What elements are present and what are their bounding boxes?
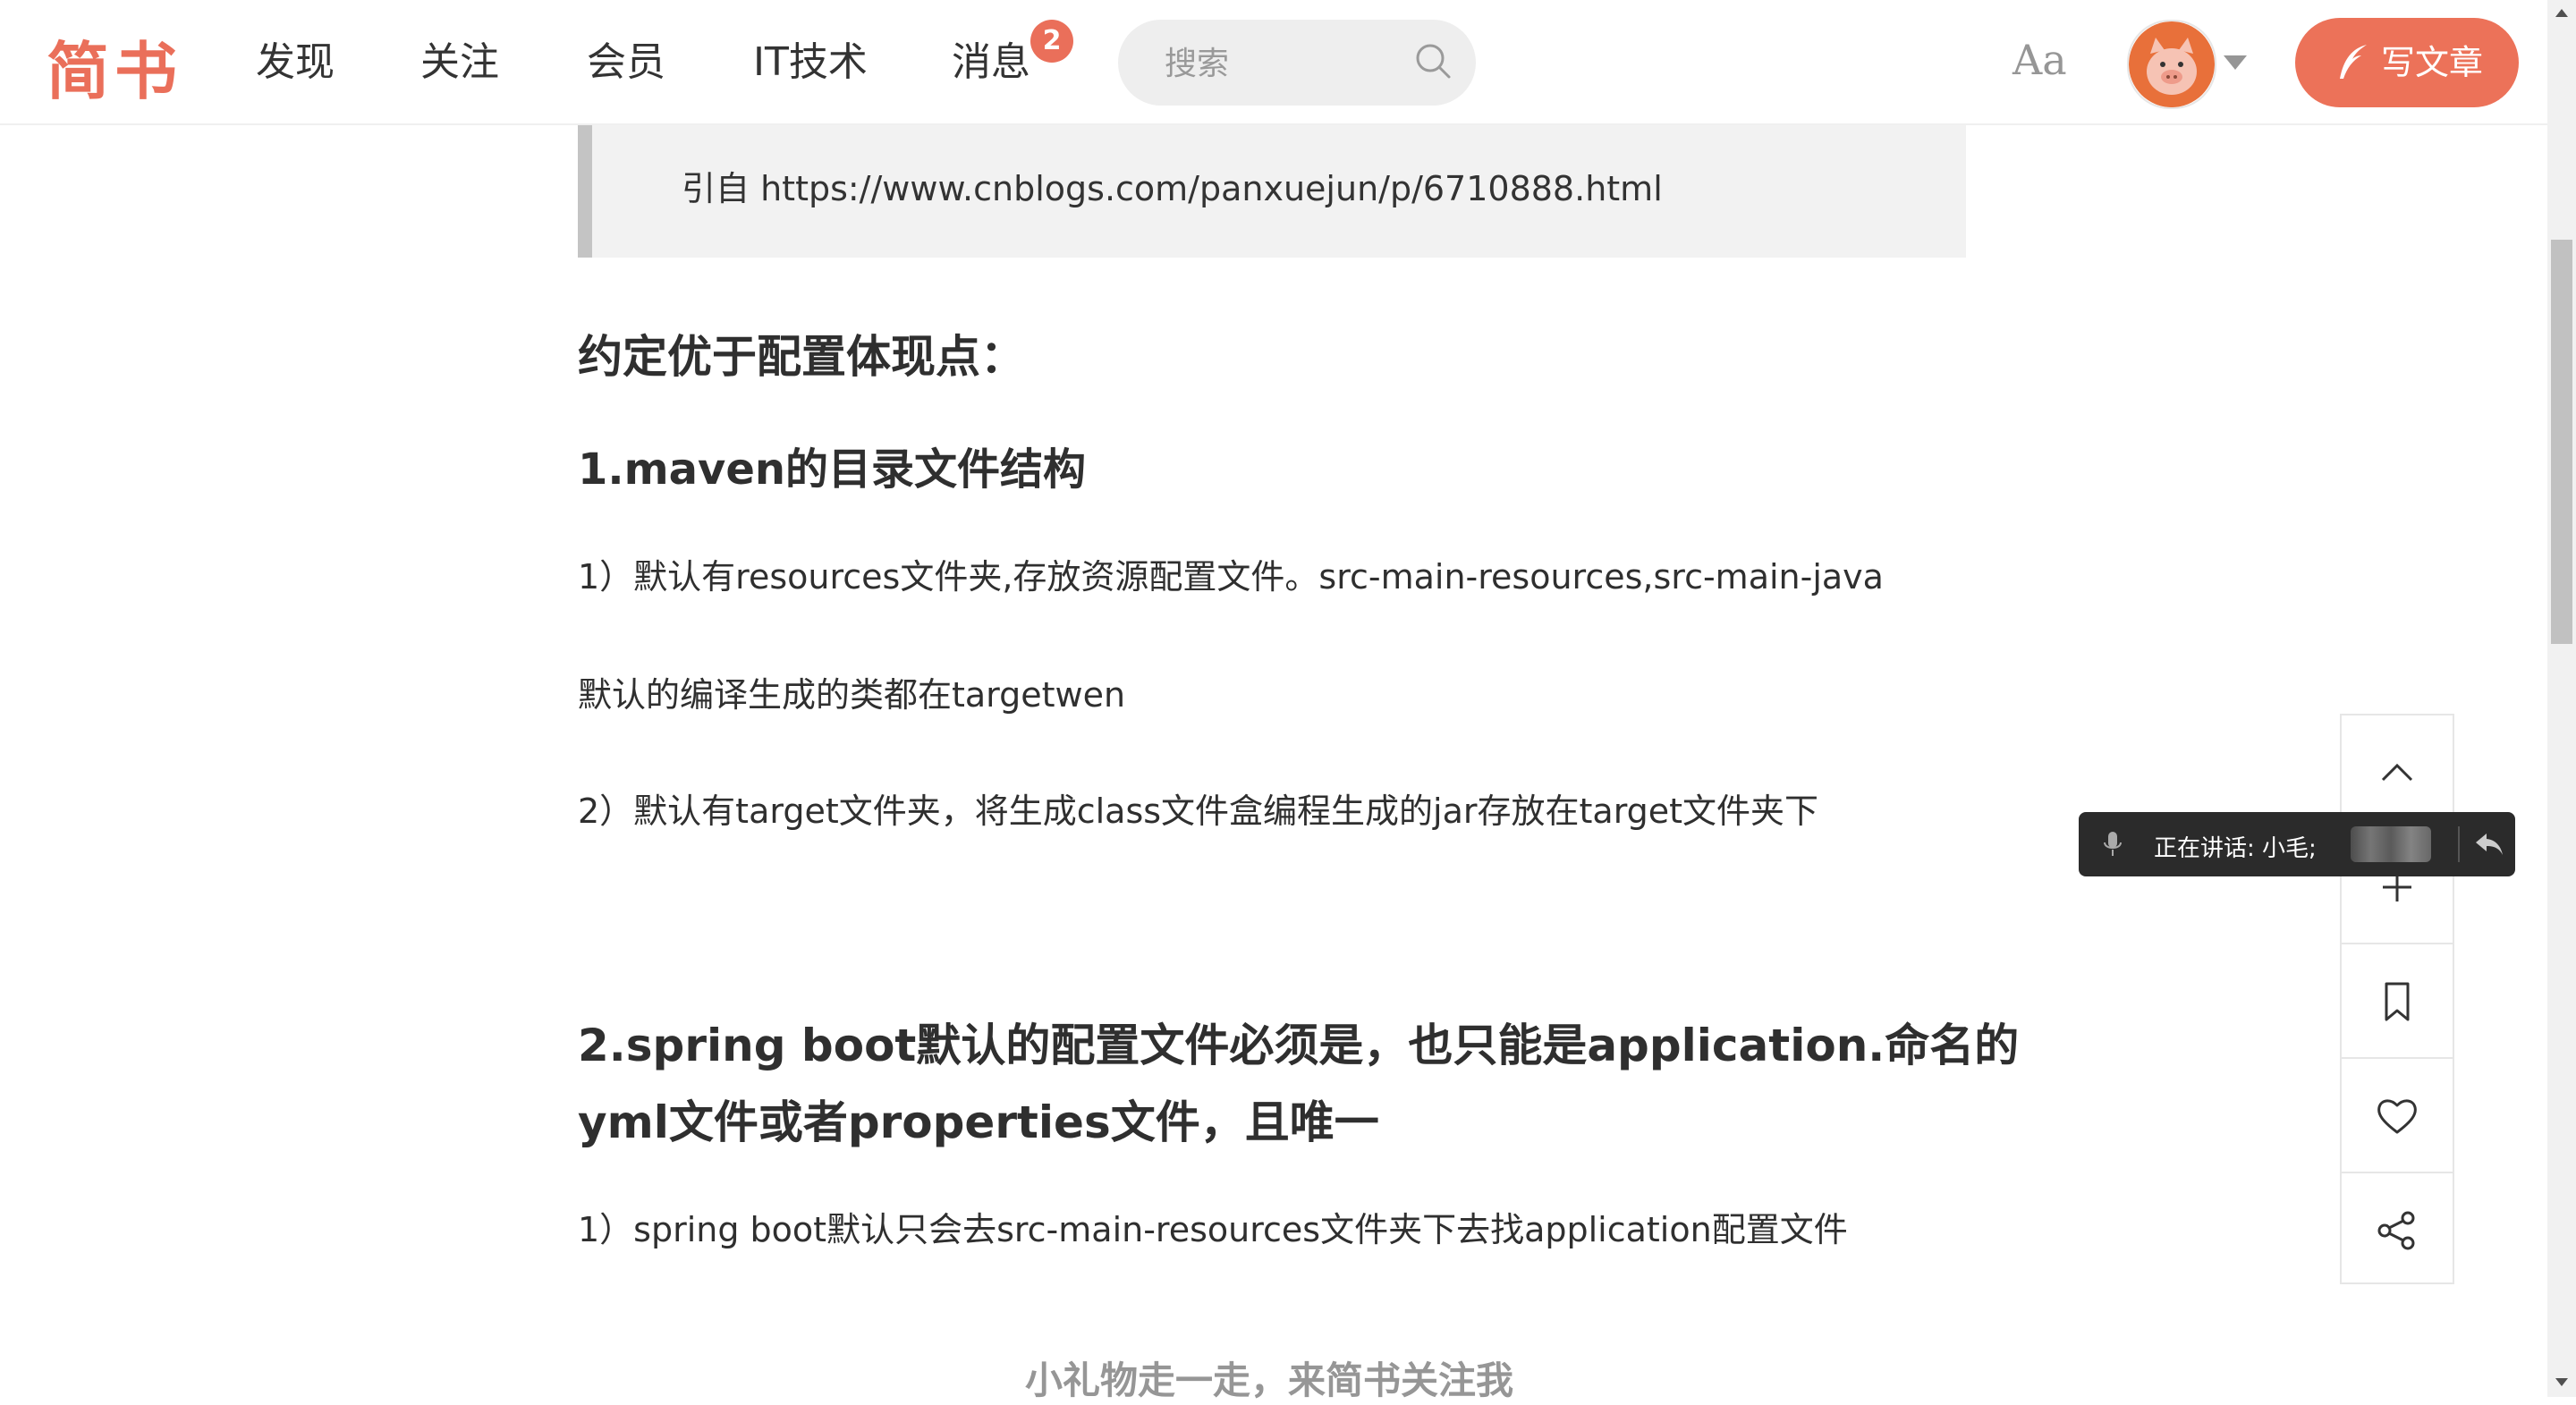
share-icon (2377, 1211, 2415, 1250)
site-logo[interactable]: 简书 (47, 21, 182, 112)
paragraph: 1）默认有resources文件夹,存放资源配置文件。src-main-reso… (578, 557, 1884, 597)
paragraph: 2）默认有target文件夹，将生成class文件盒编程生成的jar存放在tar… (578, 791, 1819, 831)
speaking-label: 正在讲话: 小毛; (2154, 835, 2317, 862)
article-body: 引自 https://www.cnblogs.com/panxuejun/p/6… (0, 0, 2576, 1402)
nav-messages[interactable]: 消息 (952, 36, 1030, 89)
chevron-up-icon (2381, 763, 2413, 782)
quote-source-text: 引自 https://www.cnblogs.com/panxuejun/p/6… (682, 169, 1663, 208)
write-article-label: 写文章 (2381, 43, 2484, 82)
paragraph: 默认的编译生成的类都在targetwen (578, 675, 1126, 715)
paragraph: 1）spring boot默认只会去src-main-resources文件夹下… (578, 1210, 1848, 1249)
share-button[interactable] (2342, 1173, 2453, 1286)
search-icon[interactable] (1411, 39, 1456, 84)
scroll-up-arrow-icon[interactable] (2555, 9, 2568, 17)
nav-discover[interactable]: 发现 (256, 36, 335, 89)
search-input[interactable] (1163, 36, 1399, 91)
scrollbar-thumb[interactable] (2551, 240, 2572, 644)
speaking-indicator: 正在讲话: 小毛; (2079, 812, 2515, 876)
nav-member[interactable]: 会员 (587, 36, 665, 89)
pig-avatar-icon (2129, 21, 2215, 107)
feather-pen-icon (2340, 45, 2367, 79)
bookmark-icon (2385, 982, 2410, 1021)
chevron-down-icon[interactable] (2224, 55, 2247, 70)
message-count-badge: 2 (1030, 20, 1073, 63)
search-box (1118, 20, 1476, 106)
nav-it-tech[interactable]: IT技术 (753, 36, 868, 89)
divider (2458, 826, 2460, 862)
heading-line: yml文件或者properties文件，且唯一 (578, 1096, 1379, 1148)
heart-icon (2377, 1099, 2417, 1134)
section-heading-maven: 1.maven的目录文件结构 (578, 444, 1087, 495)
bookmark-button[interactable] (2342, 944, 2453, 1059)
top-navbar: 简书 发现 关注 会员 IT技术 消息 2 Aa 写文章 (0, 0, 2547, 125)
section-heading-main: 约定优于配置体现点： (578, 331, 1025, 383)
scrollbar[interactable] (2547, 0, 2576, 1397)
write-article-button[interactable]: 写文章 (2295, 18, 2519, 107)
heading-line: 2.spring boot默认的配置文件必须是，也只能是application.… (578, 1020, 2020, 1071)
like-button[interactable] (2342, 1059, 2453, 1173)
font-size-toggle[interactable]: Aa (2012, 36, 2067, 84)
blockquote: 引自 https://www.cnblogs.com/panxuejun/p/6… (578, 125, 1966, 258)
scroll-down-arrow-icon[interactable] (2555, 1378, 2568, 1386)
nav-follow[interactable]: 关注 (420, 36, 499, 89)
avatar[interactable] (2127, 20, 2216, 109)
reply-icon[interactable] (2474, 830, 2504, 859)
blurred-name (2351, 826, 2431, 862)
microphone-icon (2104, 832, 2122, 856)
section-heading-springboot: 2.spring boot默认的配置文件必须是，也只能是application.… (578, 1007, 2019, 1161)
side-toolbar (2340, 714, 2454, 1284)
